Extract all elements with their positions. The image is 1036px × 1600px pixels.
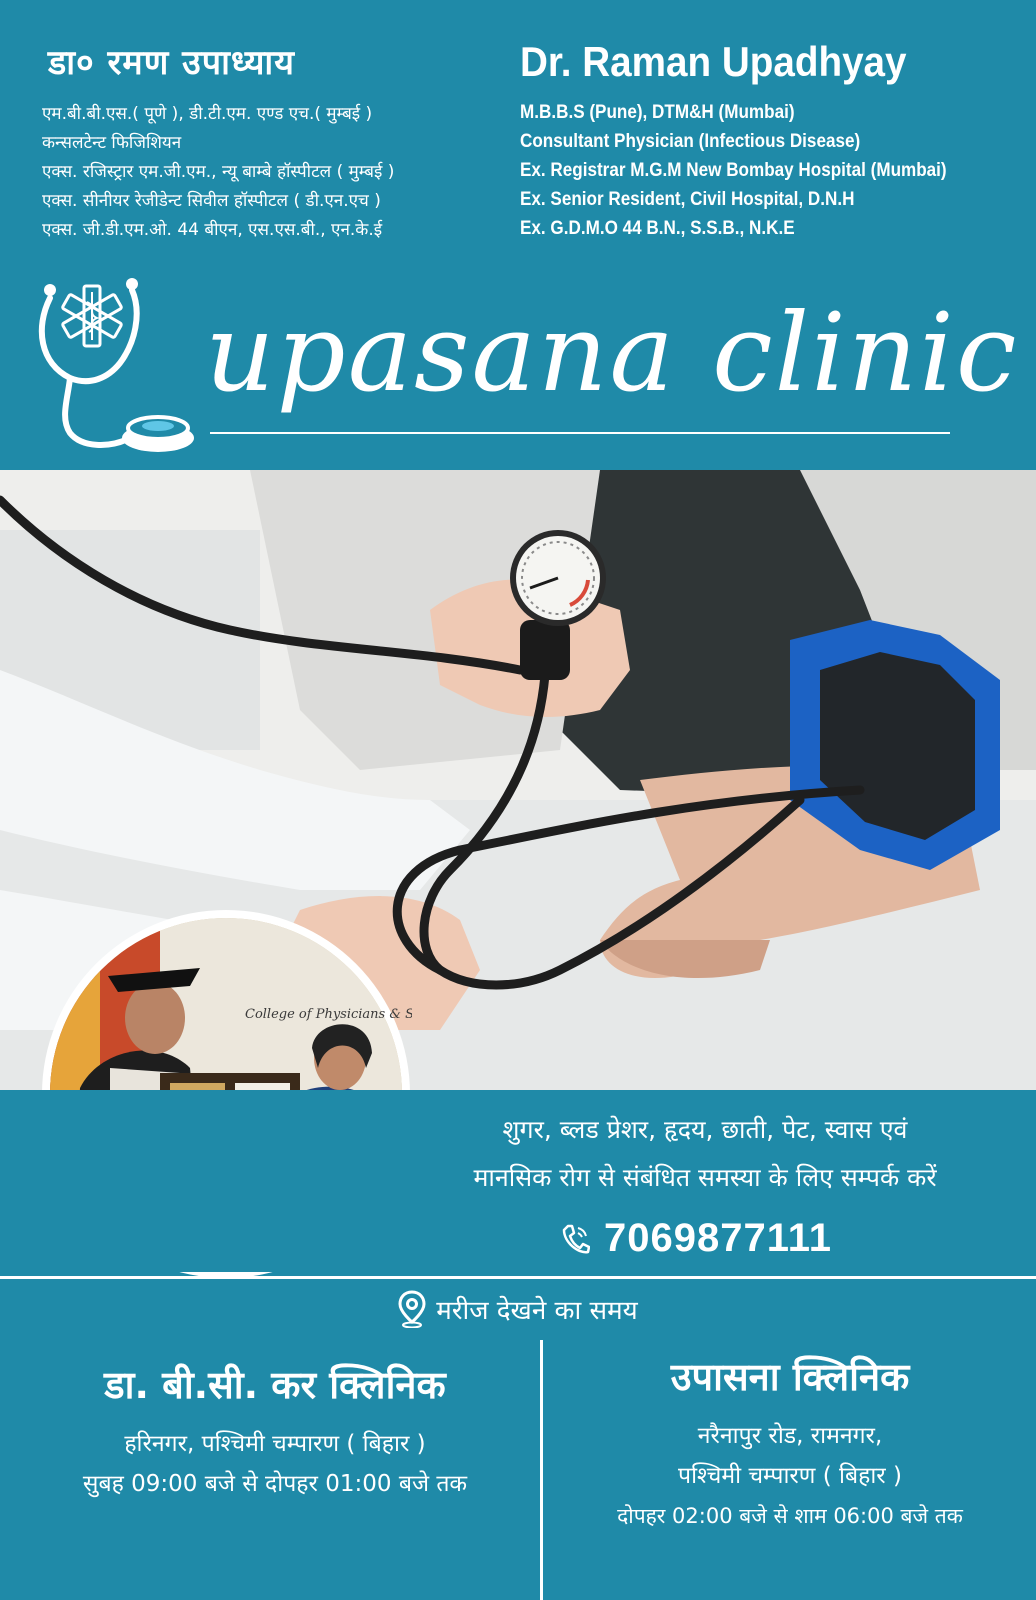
- experience-line-hindi: एक्स. जी.डी.एम.ओ. 44 बीएन, एस.एस.बी., एन…: [42, 220, 383, 240]
- brand-underline: [210, 432, 950, 434]
- location-pin-icon: [398, 1290, 426, 1328]
- experience-line-hindi: एक्स. रजिस्ट्रार एम.जी.एम., न्यू बाम्बे …: [42, 162, 395, 182]
- experience-line-english: Ex. Senior Resident, Civil Hospital, D.N…: [520, 189, 855, 210]
- phone-number[interactable]: 7069877111: [604, 1216, 832, 1261]
- designation-line-english: Consultant Physician (Infectious Disease…: [520, 131, 861, 152]
- experience-line-english: Ex. G.D.M.O 44 B.N., S.S.B., N.K.E: [520, 218, 795, 239]
- services-section: शुगर, ब्लड प्रेशर, हृदय, छाती, पेट, स्वा…: [0, 1090, 1036, 1272]
- experience-line-hindi: एक्स. सीनीयर रेजीडेन्ट सिवील हॉस्पीटल ( …: [42, 191, 381, 211]
- clinic-upasana: उपासना क्लिनिक नरैनापुर रोड, रामनगर, पश्…: [550, 1350, 1030, 1536]
- clinic-address: हरिनगर, पश्चिमी चम्पारण ( बिहार ): [124, 1431, 426, 1457]
- timings-heading: मरीज देखने का समय: [0, 1290, 1036, 1328]
- clinic-poster: डा० रमण उपाध्याय एम.बी.बी.एस.( पूणे ), ड…: [0, 0, 1036, 1600]
- services-line-1: शुगर, ब्लड प्रेशर, हृदय, छाती, पेट, स्वा…: [502, 1115, 908, 1144]
- clinic-bc-kar: डा. बी.सी. कर क्लिनिक हरिनगर, पश्चिमी चम…: [20, 1358, 530, 1504]
- clinic-brand: upasana clinic: [205, 291, 1019, 425]
- clinic-hours: सुबह 09:00 बजे से दोपहर 01:00 बजे तक: [82, 1471, 468, 1497]
- clinic-divider: [540, 1340, 543, 1600]
- doctor-name-hindi: डा० रमण उपाध्याय: [48, 43, 295, 83]
- designation-line-hindi: कन्सलटेन्ट फिजिशियन: [42, 133, 182, 153]
- doctor-name-english: Dr. Raman Upadhyay: [520, 38, 907, 85]
- star-of-life-icon: [61, 284, 123, 348]
- qualification-line-hindi: एम.बी.बी.एस.( पूणे ), डी.टी.एम. एण्ड एच.…: [42, 104, 373, 124]
- stethoscope-logo-icon: [38, 278, 194, 452]
- clinic-address: नरैनापुर रोड, रामनगर,: [697, 1423, 883, 1449]
- inset-banner-text: College of Physicians & Surgeons: [245, 1007, 412, 1022]
- clinic-name: डा. बी.सी. कर क्लिनिक: [104, 1363, 446, 1407]
- phone-contact[interactable]: 7069877111: [560, 1216, 832, 1261]
- section-divider: [0, 1276, 1036, 1279]
- doctor-info-english: Dr. Raman Upadhyay M.B.B.S (Pune), DTM&H…: [520, 38, 1020, 243]
- doctor-info-hindi: डा० रमण उपाध्याय एम.बी.बी.एस.( पूणे ), ड…: [42, 38, 512, 245]
- experience-line-english: Ex. Registrar M.G.M New Bombay Hospital …: [520, 160, 947, 181]
- clinic-address: पश्चिमी चम्पारण ( बिहार ): [678, 1463, 902, 1489]
- qualification-line-english: M.B.B.S (Pune), DTM&H (Mumbai): [520, 102, 795, 123]
- timings-heading-text: मरीज देखने का समय: [436, 1296, 638, 1326]
- clinic-hours: दोपहर 02:00 बजे से शाम 06:00 बजे तक: [617, 1504, 963, 1528]
- clinic-brand-name: upasana clinic: [205, 291, 1019, 416]
- phone-icon: [562, 1224, 590, 1253]
- clinic-name: उपासना क्लिनिक: [670, 1355, 910, 1399]
- services-line-2: मानसिक रोग से संबंधित समस्या के लिए सम्प…: [473, 1163, 937, 1192]
- header: डा० रमण उपाध्याय एम.बी.बी.एस.( पूणे ), ड…: [0, 0, 1036, 470]
